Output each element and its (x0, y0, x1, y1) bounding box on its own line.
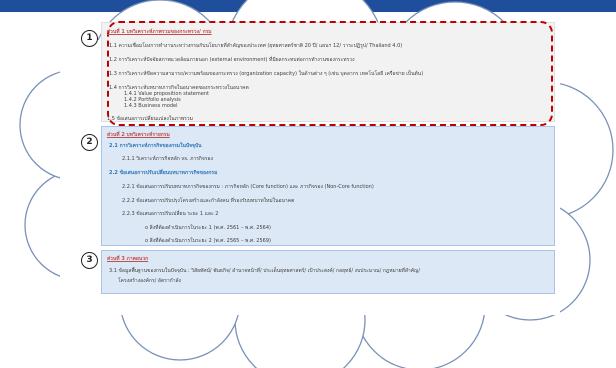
item-1-1: 1.1 ความเชื่อมโยงการทำงานระหว่างกรมกับนโ… (109, 43, 403, 49)
item-1-4-3: 1.4.3 Business model (124, 103, 178, 109)
item-2-1: 2.1 การวิเคราะห์ภารกิจของกรมในปัจจุบัน (109, 143, 202, 149)
section-3-heading: ส่วนที่ 3 ภาคผนวก (107, 256, 149, 262)
item-1-3: 1.3 การวิเคราะห์ขีดความสามารถ/ความพร้อมข… (109, 71, 424, 77)
item-3-1-line-2: โครงสร้างองค์กร/ อัตรากำลัง (118, 278, 182, 284)
item-2-2-2: 2.2.2 ข้อเสนอการปรับปรุงโครงสร้างและกำลั… (122, 198, 295, 204)
item-2-2-1: 2.2.1 ข้อเสนอการปรับบทบาทภารกิจของกรม : … (122, 184, 374, 190)
section-1-heading: ส่วนที่ 1 บทวิเคราะห์ภาพรวมของกระทรวง/ ก… (107, 29, 212, 35)
marker-1: 1 (81, 30, 98, 47)
item-2-2: 2.2 ข้อเสนอการปรับเปลี่ยนบทบาทภารกิจของก… (109, 170, 218, 176)
item-1-5: 1.5 ข้อเสนอการเปลี่ยนแปลงในภาพรวม (107, 116, 193, 122)
bullet-phase-1: o สิ่งที่ต้องดำเนินการในระยะ 1 (พ.ศ. 256… (145, 225, 271, 231)
marker-3: 3 (81, 252, 98, 269)
item-2-2-3: 2.2.3 ข้อเสนอการปรับเปลี่ยน ระยะ 1 และ 2 (122, 211, 219, 217)
item-3-1-line-1: 3.1 ข้อมูลพื้นฐานของกรมในปัจจุบัน : วิสั… (109, 268, 421, 274)
item-1-2: 1.2 การวิเคราะห์ปัจจัยสภาพแวดล้อมภายนอก … (109, 57, 355, 63)
marker-2: 2 (81, 134, 98, 151)
item-2-1-1: 2.1.1 วิเคราะห์ภารกิจหลัก vs. ภารกิจรอง (122, 156, 213, 162)
section-2-heading: ส่วนที่ 2 บทวิเคราะห์รายกรม (107, 132, 170, 138)
bullet-phase-2: o สิ่งที่ต้องดำเนินการในระยะ 2 (พ.ศ. 256… (145, 238, 271, 244)
